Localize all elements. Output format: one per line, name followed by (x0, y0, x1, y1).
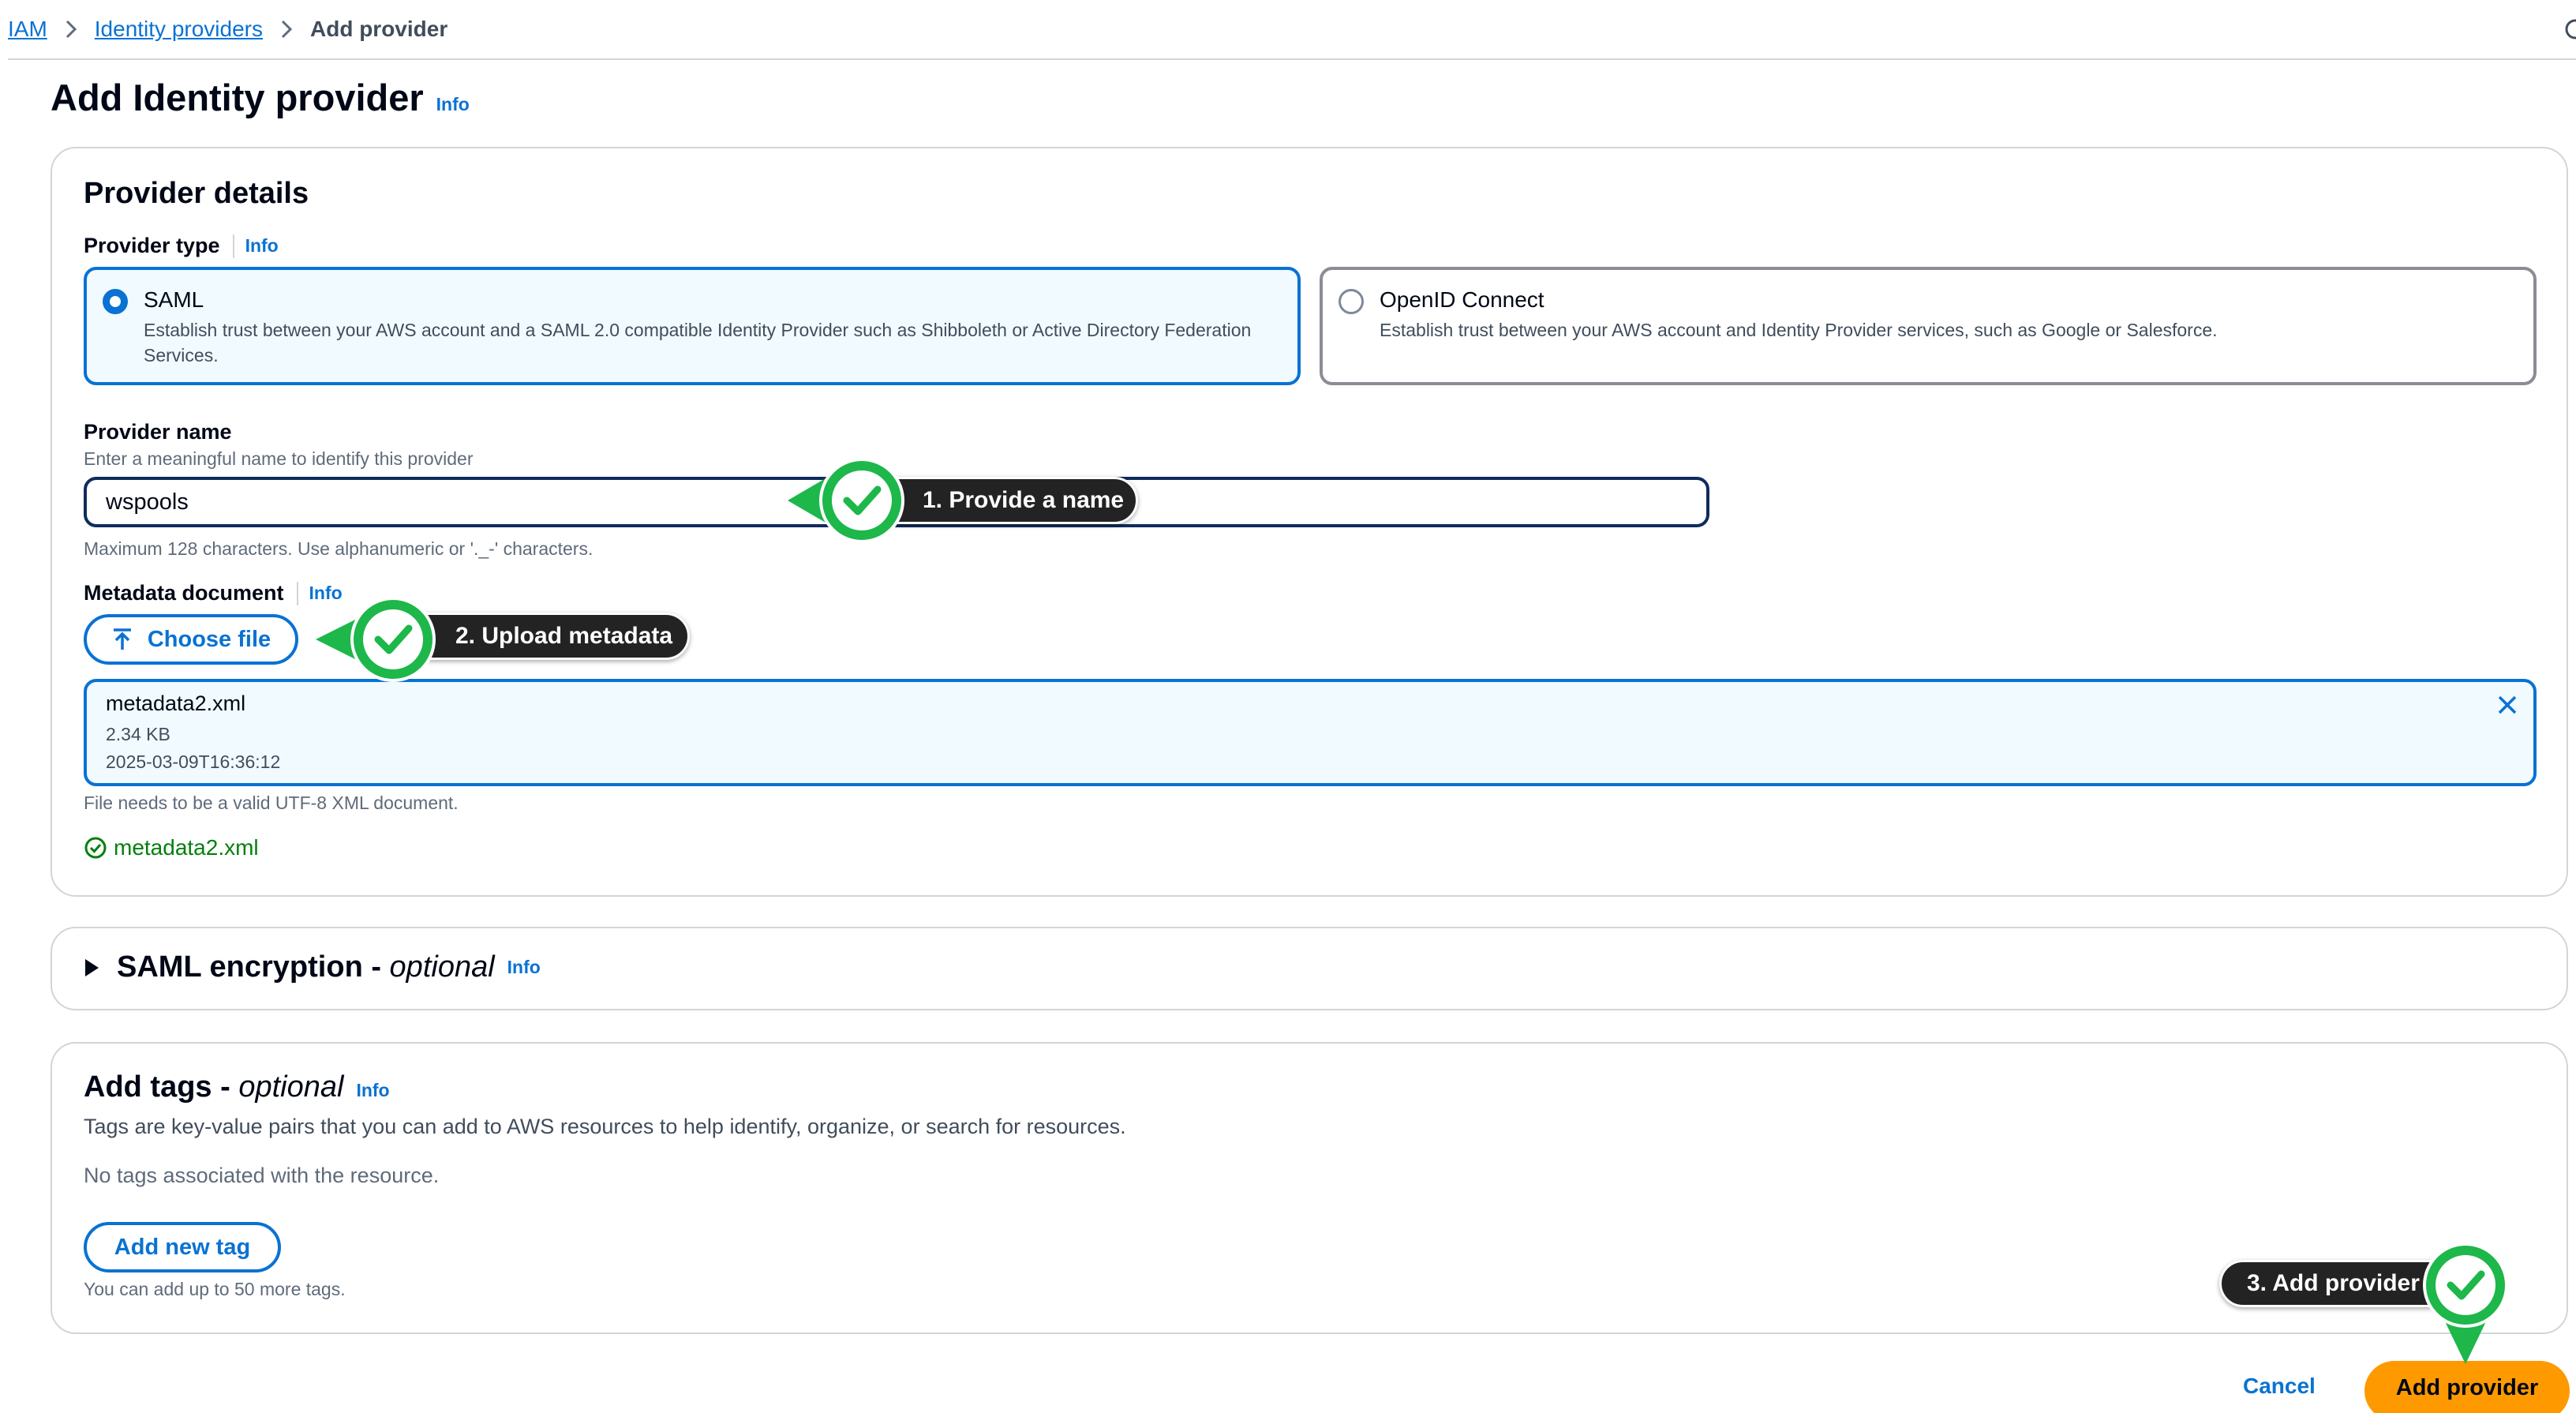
choose-file-button[interactable]: Choose file (84, 614, 298, 665)
breadcrumb-iam-link[interactable]: IAM (8, 17, 47, 42)
check-circle-icon (84, 837, 107, 859)
add-tags-card: Add tags - optional Info Tags are key-va… (51, 1042, 2568, 1334)
uploaded-file-token: metadata2.xml 2.34 KB 2025-03-09T16:36:1… (84, 679, 2537, 786)
saml-radio[interactable] (103, 289, 128, 314)
chevron-right-icon (65, 19, 77, 39)
add-new-tag-button[interactable]: Add new tag (84, 1222, 281, 1272)
provider-name-description: Enter a meaningful name to identify this… (84, 448, 474, 469)
file-modified: 2025-03-09T16:36:12 (106, 751, 281, 772)
oidc-radio[interactable] (1339, 289, 1364, 314)
label-divider (296, 581, 298, 605)
page: IAM Identity providers Add provider Add … (0, 0, 2576, 1413)
caret-right-icon (85, 958, 99, 976)
close-icon[interactable] (2496, 693, 2519, 721)
file-status-text: metadata2.xml (114, 835, 259, 860)
oidc-description: Establish trust between your AWS account… (1380, 320, 2218, 340)
provider-details-title: Provider details (84, 177, 309, 210)
provider-type-label-row: Provider type Info (84, 234, 279, 258)
metadata-document-label: Metadata document (84, 581, 284, 605)
file-name: metadata2.xml (106, 692, 246, 715)
check-marker-icon (788, 458, 904, 543)
provider-name-hint: Maximum 128 characters. Use alphanumeric… (84, 538, 593, 559)
page-info-link[interactable]: Info (436, 94, 470, 115)
page-title: Add Identity provider (51, 77, 424, 118)
page-header: Add Identity provider Info (51, 76, 470, 119)
provider-type-label: Provider type (84, 234, 220, 257)
saml-encryption-card[interactable]: SAML encryption - optional Info (51, 927, 2568, 1010)
label-divider (232, 234, 234, 258)
provider-type-info-link[interactable]: Info (245, 235, 279, 257)
file-status: metadata2.xml (84, 835, 259, 860)
upload-icon (113, 628, 131, 650)
file-hint: File needs to be a valid UTF-8 XML docum… (84, 793, 459, 813)
provider-name-value: wspools (106, 489, 189, 515)
add-tags-info-link[interactable]: Info (356, 1080, 389, 1101)
breadcrumb-current: Add provider (310, 17, 448, 41)
provider-details-card: Provider details Provider type Info SAML… (51, 147, 2568, 897)
breadcrumb-identity-providers-link[interactable]: Identity providers (95, 17, 263, 42)
add-tags-description: Tags are key-value pairs that you can ad… (84, 1115, 1126, 1138)
saml-encryption-title: SAML encryption - optional (117, 950, 495, 984)
saml-encryption-info-link[interactable]: Info (507, 957, 541, 978)
check-marker-icon (316, 597, 436, 682)
saml-encryption-header[interactable]: SAML encryption - optional Info (84, 950, 541, 984)
chevron-right-icon (280, 19, 293, 39)
provider-name-label: Provider name (84, 420, 232, 444)
add-tags-header: Add tags - optional Info (84, 1070, 390, 1104)
cancel-button[interactable]: Cancel (2243, 1374, 2316, 1399)
annotation-step-2: 2. Upload metadata (398, 613, 690, 660)
tags-empty-text: No tags associated with the resource. (84, 1164, 440, 1187)
provider-type-oidc-tile[interactable]: OpenID Connect Establish trust between y… (1320, 267, 2537, 385)
provider-type-saml-tile[interactable]: SAML Establish trust between your AWS ac… (84, 267, 1301, 385)
metadata-label-row: Metadata document Info (84, 581, 343, 605)
add-tags-title: Add tags - optional (84, 1070, 344, 1104)
saml-title: SAML (144, 287, 204, 312)
oidc-title: OpenID Connect (1380, 287, 1544, 312)
check-marker-icon (2423, 1242, 2508, 1364)
tags-hint: You can add up to 50 more tags. (84, 1279, 346, 1299)
add-provider-button[interactable]: Add provider (2364, 1361, 2570, 1413)
breadcrumb: IAM Identity providers Add provider (8, 0, 2576, 60)
saml-description: Establish trust between your AWS account… (144, 320, 1252, 365)
partial-circle-icon[interactable] (2563, 17, 2576, 47)
choose-file-label: Choose file (147, 626, 271, 652)
file-size: 2.34 KB (106, 724, 170, 744)
